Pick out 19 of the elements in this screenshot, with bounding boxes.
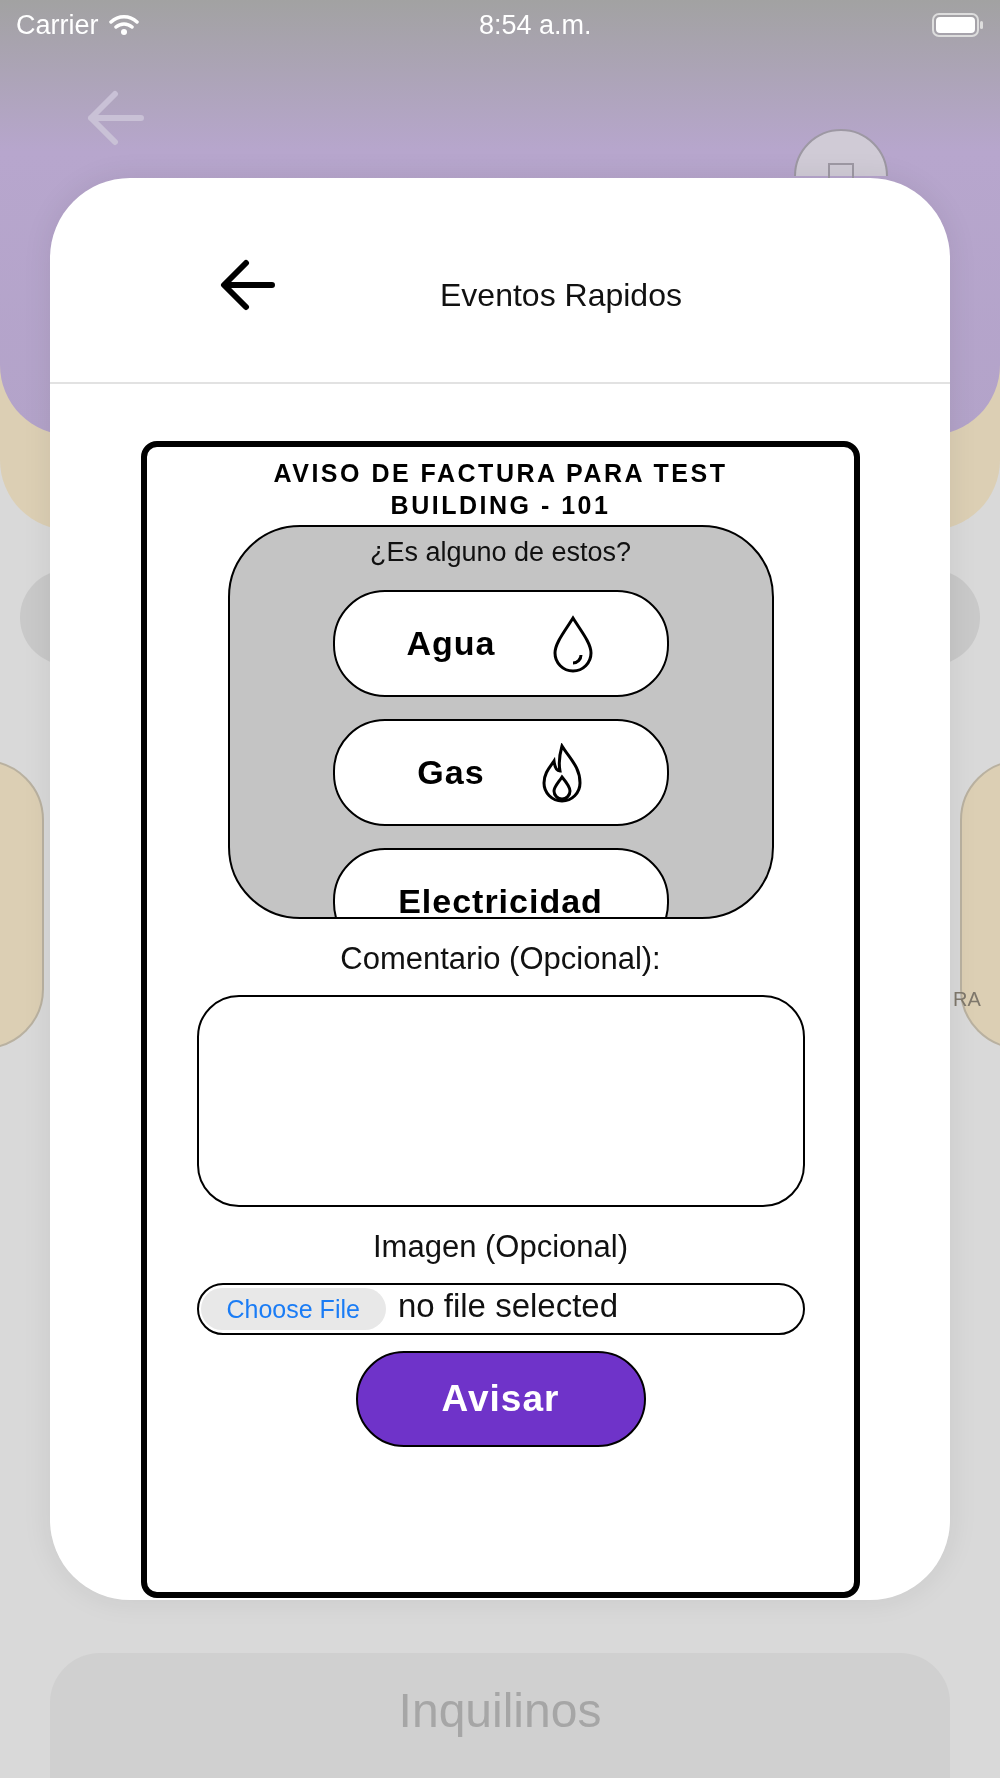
battery-icon — [932, 13, 984, 37]
option-button[interactable]: Gas — [332, 719, 669, 826]
submit-button[interactable]: Avisar — [355, 1351, 646, 1447]
options-question: ¿Es alguno de estos? — [369, 537, 632, 568]
back-arrow-icon — [85, 90, 145, 146]
file-field[interactable]: Choose File no file selected — [196, 1283, 805, 1335]
form-title: AVISO DE FACTURA PARA TEST BUILDING - 101 — [272, 458, 729, 521]
image-label: Imagen (Opcional) — [373, 1229, 628, 1265]
comment-field[interactable] — [196, 995, 805, 1207]
option-button[interactable]: Electricidad — [332, 848, 669, 917]
wifi-icon — [108, 14, 139, 36]
side-card-label: RA — [953, 988, 981, 1011]
back-button[interactable] — [218, 257, 278, 313]
carrier-label: Carrier — [16, 9, 99, 41]
option-button[interactable]: Agua — [332, 590, 669, 697]
file-status: no file selected — [397, 1287, 619, 1325]
comment-label: Comentario (Opcional): — [340, 941, 661, 977]
clock-label: 8:54 a.m. — [478, 9, 592, 41]
modal-title: Eventos Rapidos — [440, 276, 682, 314]
